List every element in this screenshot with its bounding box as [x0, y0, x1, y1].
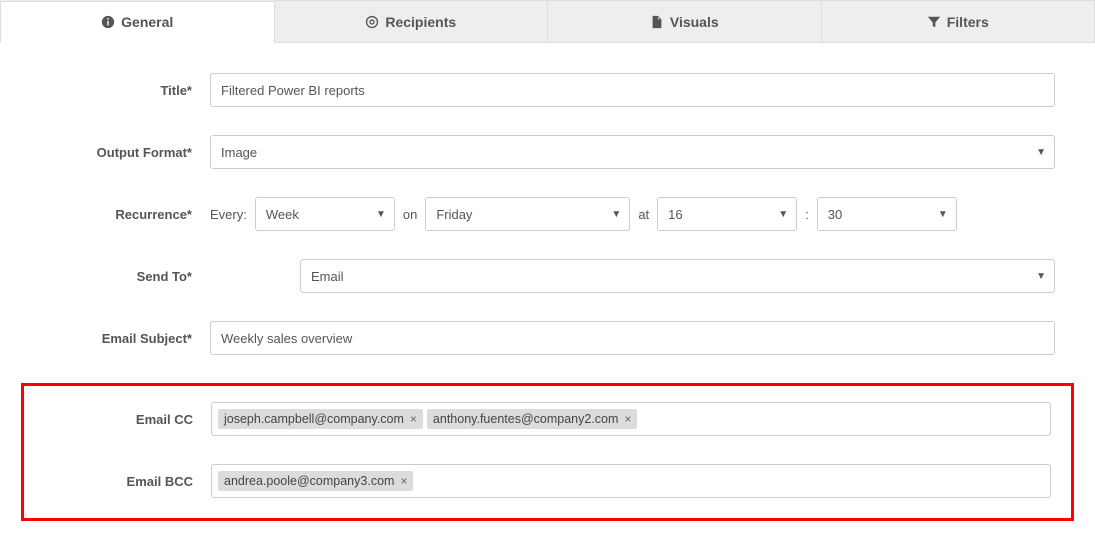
tag-text: anthony.fuentes@company2.com [433, 412, 618, 426]
recurrence-unit-select[interactable]: Week ▼ [255, 197, 395, 231]
recurrence-day-select[interactable]: Friday ▼ [425, 197, 630, 231]
email-cc-tag: joseph.campbell@company.com × [218, 409, 423, 429]
email-subject-input[interactable] [210, 321, 1055, 355]
chevron-down-icon: ▼ [1036, 271, 1046, 282]
send-to-value: Email [311, 269, 344, 284]
email-bcc-input[interactable]: andrea.poole@company3.com × [211, 464, 1051, 498]
every-label: Every: [210, 207, 247, 222]
recurrence-hour-select[interactable]: 16 ▼ [657, 197, 797, 231]
output-format-value: Image [221, 145, 257, 160]
row-title: Title* [20, 73, 1075, 107]
email-bcc-tag: andrea.poole@company3.com × [218, 471, 413, 491]
tabs-bar: General Recipients Visuals Filters [0, 0, 1095, 43]
chevron-down-icon: ▼ [1036, 147, 1046, 158]
tab-general[interactable]: General [0, 1, 275, 43]
at-label: at [638, 207, 649, 222]
time-sep: : [805, 207, 809, 222]
row-email-cc: Email CC joseph.campbell@company.com × a… [24, 402, 1071, 436]
target-icon [365, 15, 379, 29]
chevron-down-icon: ▼ [376, 209, 386, 220]
tab-label: Visuals [670, 14, 719, 30]
recurrence-minute-value: 30 [828, 207, 842, 222]
filter-icon [927, 15, 941, 29]
close-icon[interactable]: × [400, 475, 407, 487]
info-icon [101, 15, 115, 29]
label-email-subject: Email Subject* [20, 331, 210, 346]
label-output-format: Output Format* [20, 145, 210, 160]
tab-recipients[interactable]: Recipients [275, 0, 549, 42]
chevron-down-icon: ▼ [938, 209, 948, 220]
on-label: on [403, 207, 417, 222]
tag-text: joseph.campbell@company.com [224, 412, 404, 426]
file-icon [650, 15, 664, 29]
send-to-select[interactable]: Email ▼ [300, 259, 1055, 293]
close-icon[interactable]: × [410, 413, 417, 425]
label-email-cc: Email CC [24, 412, 211, 427]
recurrence-hour-value: 16 [668, 207, 682, 222]
row-send-to: Send To* Email ▼ [20, 259, 1075, 293]
row-recurrence: Recurrence* Every: Week ▼ on Friday ▼ at… [20, 197, 1075, 231]
email-cc-input[interactable]: joseph.campbell@company.com × anthony.fu… [211, 402, 1051, 436]
chevron-down-icon: ▼ [611, 209, 621, 220]
recurrence-minute-select[interactable]: 30 ▼ [817, 197, 957, 231]
tab-filters[interactable]: Filters [822, 0, 1095, 42]
chevron-down-icon: ▼ [778, 209, 788, 220]
tab-label: Filters [947, 14, 989, 30]
tab-visuals[interactable]: Visuals [548, 0, 822, 42]
recurrence-unit-value: Week [266, 207, 299, 222]
label-send-to: Send To* [20, 269, 210, 284]
label-email-bcc: Email BCC [24, 474, 211, 489]
tab-label: General [121, 14, 173, 30]
row-email-subject: Email Subject* [20, 321, 1075, 355]
label-title: Title* [20, 83, 210, 98]
recurrence-day-value: Friday [436, 207, 472, 222]
form-area: Title* Output Format* Image ▼ Recurrence… [0, 43, 1095, 551]
tag-text: andrea.poole@company3.com [224, 474, 394, 488]
row-output-format: Output Format* Image ▼ [20, 135, 1075, 169]
email-cc-tag: anthony.fuentes@company2.com × [427, 409, 638, 429]
label-recurrence: Recurrence* [20, 207, 210, 222]
close-icon[interactable]: × [624, 413, 631, 425]
highlighted-section: Email CC joseph.campbell@company.com × a… [21, 383, 1074, 521]
output-format-select[interactable]: Image ▼ [210, 135, 1055, 169]
title-input[interactable] [210, 73, 1055, 107]
row-email-bcc: Email BCC andrea.poole@company3.com × [24, 464, 1071, 498]
tab-label: Recipients [385, 14, 456, 30]
